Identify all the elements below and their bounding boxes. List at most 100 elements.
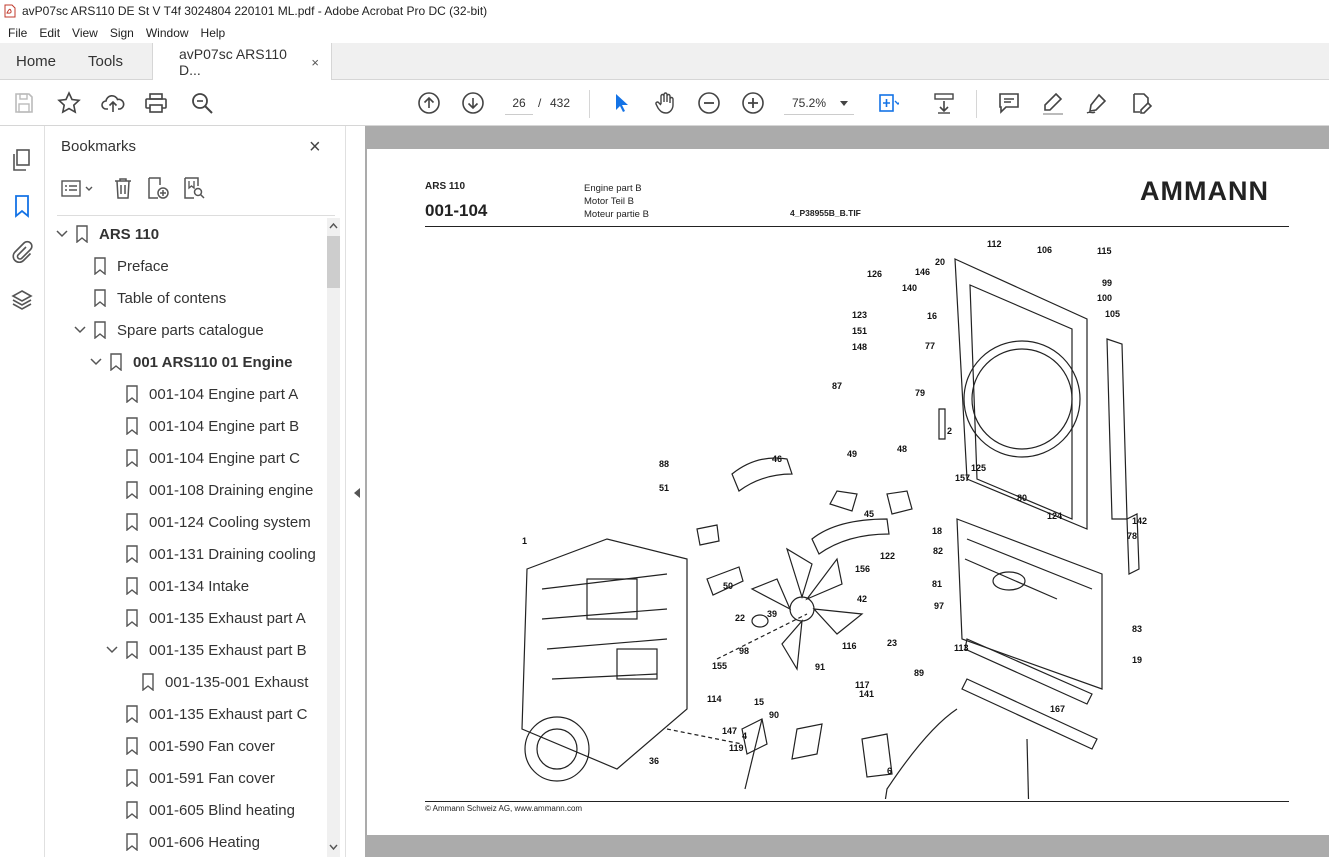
fit-page-icon[interactable]: [875, 91, 902, 115]
select-cursor-icon[interactable]: [609, 91, 633, 115]
menu-help[interactable]: Help: [201, 26, 226, 40]
page-number-heading: 001-104: [425, 201, 488, 220]
bookmarks-scrollbar[interactable]: [327, 218, 340, 857]
bookmark-item[interactable]: 001 ARS110 01 Engine: [89, 346, 293, 378]
bookmark-icon: [126, 577, 138, 595]
bookmark-label: 001-124 Cooling system: [149, 513, 311, 531]
bookmark-icon: [126, 449, 138, 467]
part-callout: 115: [1097, 246, 1112, 256]
attachments-icon[interactable]: [10, 240, 34, 264]
chevron-spacer: [105, 803, 119, 817]
hand-tool-icon[interactable]: [653, 91, 677, 115]
bookmark-item[interactable]: 001-124 Cooling system: [105, 506, 311, 538]
scroll-up-icon[interactable]: [329, 222, 338, 229]
bookmark-options-icon[interactable]: [61, 179, 97, 199]
bookmark-label: 001-108 Draining engine: [149, 481, 314, 499]
zoom-out-icon[interactable]: [697, 91, 721, 115]
bookmark-item[interactable]: 001-135 Exhaust part A: [105, 602, 306, 634]
page-thumbnails-icon[interactable]: [10, 148, 34, 172]
menu-sign[interactable]: Sign: [110, 26, 134, 40]
sign-pen-icon[interactable]: [1085, 91, 1109, 115]
bookmark-icon: [94, 321, 106, 339]
highlight-pen-icon[interactable]: [1041, 91, 1065, 115]
document-viewer[interactable]: ARS 110 001-104 Engine part B Motor Teil…: [365, 126, 1329, 857]
menu-view[interactable]: View: [72, 26, 98, 40]
search-zoom-icon[interactable]: [190, 91, 214, 115]
scroll-mode-icon[interactable]: [932, 91, 956, 115]
part-callout: 22: [735, 613, 745, 623]
bookmark-label: 001-605 Blind heating: [149, 801, 295, 819]
bookmark-item[interactable]: 001-104 Engine part B: [105, 410, 299, 442]
collapse-panel-icon[interactable]: [354, 488, 360, 498]
chevron-down-icon[interactable]: [105, 643, 119, 657]
part-callout: 20: [935, 257, 945, 267]
zoom-in-icon[interactable]: [741, 91, 765, 115]
tab-tools[interactable]: Tools: [88, 43, 123, 80]
edit-pdf-icon[interactable]: [1129, 91, 1153, 115]
bookmark-item[interactable]: 001-605 Blind heating: [105, 794, 295, 826]
menu-edit[interactable]: Edit: [39, 26, 60, 40]
chevron-spacer: [105, 451, 119, 465]
page-number-input[interactable]: 26: [505, 91, 533, 115]
tab-close-icon[interactable]: ×: [311, 55, 319, 70]
bookmark-item[interactable]: ARS 110: [55, 218, 159, 250]
bookmark-item[interactable]: 001-134 Intake: [105, 570, 249, 602]
layers-icon[interactable]: [10, 288, 34, 312]
part-callout: 39: [767, 609, 777, 619]
star-icon[interactable]: [57, 91, 81, 115]
bookmark-item[interactable]: 001-104 Engine part C: [105, 442, 300, 474]
print-icon[interactable]: [144, 91, 168, 115]
part-callout: 146: [915, 267, 930, 277]
window-title: avP07sc ARS110 DE St V T4f 3024804 22010…: [22, 4, 488, 18]
chevron-down-icon[interactable]: [89, 355, 103, 369]
scroll-down-icon[interactable]: [329, 844, 338, 851]
save-icon[interactable]: [12, 91, 36, 115]
bookmark-item[interactable]: Preface: [73, 250, 169, 282]
bookmark-item[interactable]: Table of contens: [73, 282, 226, 314]
new-bookmark-icon[interactable]: [145, 176, 169, 200]
part-callout: 16: [927, 311, 937, 321]
bookmarks-rail-icon[interactable]: [10, 194, 34, 218]
prev-page-icon[interactable]: [417, 91, 441, 115]
tab-document[interactable]: avP07sc ARS110 D... ×: [152, 43, 332, 81]
part-callout: 87: [832, 381, 842, 391]
bookmark-item[interactable]: 001-135-001 Exhaust: [121, 666, 308, 698]
bookmark-item[interactable]: 001-591 Fan cover: [105, 762, 275, 794]
panel-splitter[interactable]: [345, 126, 365, 857]
part-callout: 147: [722, 726, 737, 736]
bookmark-item[interactable]: 001-606 Heating: [105, 826, 260, 857]
bookmark-item[interactable]: 001-104 Engine part A: [105, 378, 298, 410]
menu-file[interactable]: File: [8, 26, 27, 40]
comment-icon[interactable]: [997, 91, 1021, 115]
bookmark-item[interactable]: 001-135 Exhaust part B: [105, 634, 307, 666]
find-bookmark-icon[interactable]: [181, 176, 205, 200]
bookmarks-scroll-thumb[interactable]: [327, 236, 340, 288]
bookmark-item[interactable]: 001-135 Exhaust part C: [105, 698, 307, 730]
part-callout: 15: [754, 697, 764, 707]
bookmark-item[interactable]: 001-108 Draining engine: [105, 474, 313, 506]
close-icon[interactable]: ×: [309, 136, 321, 159]
chevron-spacer: [105, 771, 119, 785]
bookmark-tree: ARS 110 Preface Table of contens Spare part…: [45, 218, 335, 857]
bookmark-label: Preface: [117, 257, 169, 275]
part-callout: 124: [1047, 511, 1062, 521]
toolbar-divider-2: [976, 90, 977, 118]
part-callout: 113: [954, 643, 969, 653]
bookmark-item[interactable]: 001-590 Fan cover: [105, 730, 275, 762]
chevron-down-icon[interactable]: [55, 227, 69, 241]
next-page-icon[interactable]: [461, 91, 485, 115]
part-callout: 122: [880, 551, 895, 561]
menu-window[interactable]: Window: [146, 26, 189, 40]
bookmark-item[interactable]: Spare parts catalogue: [73, 314, 264, 346]
bookmark-label: 001-131 Draining cooling: [149, 545, 316, 563]
part-callout: 1: [522, 536, 527, 546]
part-callout: 167: [1050, 704, 1065, 714]
delete-bookmark-icon[interactable]: [111, 176, 135, 200]
chevron-spacer: [73, 291, 87, 305]
tab-home[interactable]: Home: [16, 43, 56, 80]
bookmark-item[interactable]: 001-131 Draining cooling: [105, 538, 316, 570]
part-callout: 90: [769, 710, 779, 720]
upload-cloud-icon[interactable]: [101, 91, 125, 115]
chevron-down-icon[interactable]: [73, 323, 87, 337]
zoom-level-select[interactable]: 75.2%: [784, 91, 854, 115]
